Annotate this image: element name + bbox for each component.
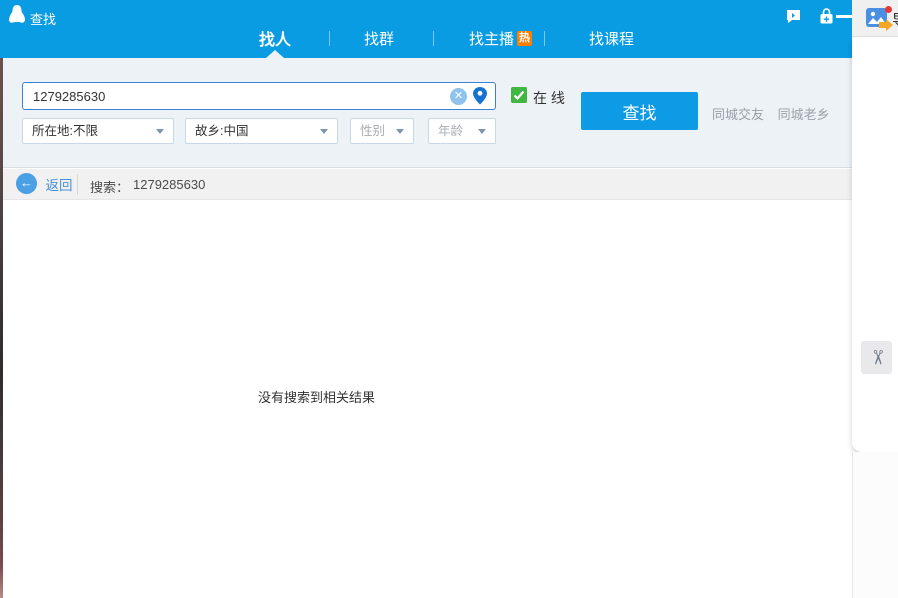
results-area: 没有搜索到相关结果 [0, 201, 852, 598]
filter-location-dropdown[interactable]: 所在地:不限 [22, 118, 174, 144]
chevron-down-icon [396, 129, 404, 134]
filter-gender-dropdown[interactable]: 性别 [350, 118, 414, 144]
chevron-down-icon [320, 129, 328, 134]
location-pin-icon[interactable] [473, 87, 487, 105]
search-term: 1279285630 [133, 177, 205, 192]
side-window-sliver: 导 ✂ [852, 0, 898, 598]
tab-find-people[interactable]: 找人 [259, 26, 291, 50]
search-input[interactable] [23, 83, 495, 109]
side-window-lower-area [852, 452, 898, 598]
filter-hometown-dropdown[interactable]: 故乡:中国 [185, 118, 338, 144]
feedback-bubble-icon[interactable] [786, 9, 801, 24]
search-box: ✕ [22, 82, 496, 110]
tab-find-group[interactable]: 找群 [364, 28, 394, 49]
desktop-edge-strip [0, 58, 3, 598]
filter-age-label: 年龄 [438, 124, 463, 138]
search-panel: ✕ 在 线 查找 同城交友 同城老乡 所在地:不限 故乡: [0, 58, 852, 168]
tab-find-group-label: 找群 [364, 31, 394, 48]
back-label: 返回 [45, 174, 72, 194]
clipped-menu-text: 导 [892, 9, 898, 30]
hot-badge: 热 [517, 31, 532, 46]
online-checkbox[interactable] [511, 87, 527, 103]
tab-separator [329, 31, 330, 46]
tab-find-people-label: 找人 [259, 32, 291, 49]
side-window-toolbar: 导 [852, 0, 898, 37]
minimize-button[interactable] [836, 15, 852, 18]
tab-find-course[interactable]: 找课程 [589, 28, 634, 49]
qq-penguin-icon [9, 5, 25, 24]
online-label[interactable]: 在 线 [533, 88, 565, 108]
find-window: 查找 找人 找群 找主播热 [0, 0, 852, 598]
link-city-hometown[interactable]: 同城老乡 [778, 107, 830, 122]
filter-hometown-label: 故乡:中国 [195, 124, 248, 138]
tab-find-anchor-label: 找主播 [469, 31, 514, 48]
side-window-panel: ✂ [852, 38, 898, 452]
screenshot-scissors-button[interactable]: ✂ [861, 341, 892, 374]
result-bar: ← 返回 搜索： 1279285630 [0, 169, 852, 200]
filter-age-dropdown[interactable]: 年龄 [428, 118, 496, 144]
find-button[interactable]: 查找 [581, 92, 698, 130]
scissors-icon: ✂ [860, 349, 893, 366]
chevron-down-icon [156, 129, 164, 134]
image-share-icon[interactable] [865, 5, 893, 33]
tab-find-anchor[interactable]: 找主播热 [469, 28, 532, 49]
screen: 查找 找人 找群 找主播热 [0, 0, 898, 598]
link-city-dating[interactable]: 同城交友 [712, 107, 764, 122]
divider [77, 174, 78, 195]
filter-gender-label: 性别 [360, 124, 385, 138]
lock-plus-icon[interactable] [819, 8, 834, 25]
window-header: 查找 找人 找群 找主播热 [0, 0, 852, 58]
back-arrow-icon: ← [16, 173, 37, 194]
city-links: 同城交友 同城老乡 [712, 104, 830, 123]
search-caption: 搜索： [90, 177, 129, 196]
empty-result-message: 没有搜索到相关结果 [258, 387, 375, 406]
back-button[interactable]: ← 返回 [16, 173, 72, 194]
active-tab-pointer [266, 50, 284, 58]
clear-input-icon[interactable]: ✕ [450, 88, 467, 105]
tab-separator [544, 31, 545, 46]
window-title: 查找 [30, 9, 56, 28]
chevron-down-icon [478, 129, 486, 134]
filter-location-label: 所在地:不限 [32, 124, 98, 138]
tab-separator [433, 31, 434, 46]
tab-find-course-label: 找课程 [589, 31, 634, 48]
